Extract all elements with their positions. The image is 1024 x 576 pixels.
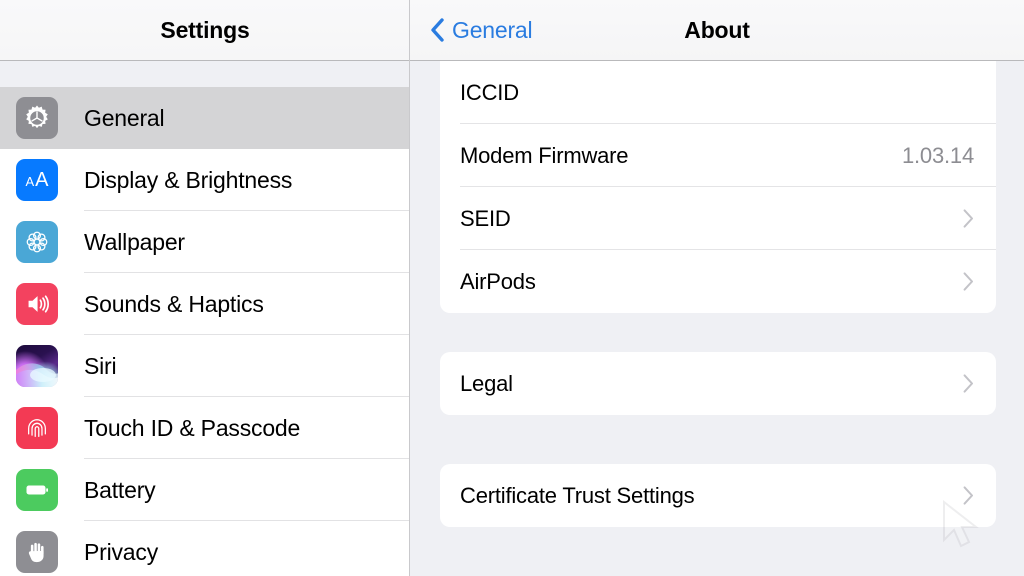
fingerprint-icon — [16, 407, 58, 449]
sidebar-item-siri[interactable]: Siri — [0, 335, 410, 397]
chevron-right-icon — [963, 374, 973, 393]
sidebar-item-wallpaper[interactable]: Wallpaper — [0, 211, 410, 273]
row-separator — [460, 414, 996, 415]
sidebar-item-general[interactable]: General — [0, 87, 410, 149]
ipad-settings-split-view: Settings General A A Display & Brightnes… — [0, 0, 1024, 576]
chevron-right-icon — [963, 486, 973, 505]
row-label: SEID — [460, 205, 511, 231]
battery-icon — [16, 469, 58, 511]
settings-sidebar: Settings General A A Display & Brightnes… — [0, 0, 410, 576]
legal-group: Legal — [440, 352, 996, 415]
chevron-left-icon — [431, 18, 444, 42]
sidebar-item-display-and-brightness[interactable]: AA Display & Brightness — [0, 149, 410, 211]
row-label: ICCID — [460, 79, 519, 105]
detail-header: General About — [410, 0, 1024, 61]
page-title: Settings — [160, 16, 250, 43]
back-button[interactable]: General — [430, 0, 533, 60]
sidebar-item-touch-id-and-passcode[interactable]: Touch ID & Passcode — [0, 397, 410, 459]
about-info-group: ICCID Modem Firmware 1.03.14 SEID AirPod… — [440, 61, 996, 313]
about-detail-pane: General About ICCID Modem Firmware 1.03.… — [410, 0, 1024, 576]
gear-icon — [16, 97, 58, 139]
table-row-iccid[interactable]: ICCID — [440, 61, 996, 124]
sidebar-item-privacy[interactable]: Privacy — [0, 521, 410, 576]
table-row-modem-firmware[interactable]: Modem Firmware 1.03.14 — [440, 124, 996, 187]
sidebar-item-label: Wallpaper — [84, 228, 185, 255]
row-accessory: 1.03.14 — [902, 143, 996, 169]
sidebar-item-label: Privacy — [84, 538, 159, 565]
sidebar-item-label: Sounds & Haptics — [84, 290, 264, 317]
sidebar-item-label: General — [84, 104, 165, 131]
sidebar-item-battery[interactable]: Battery — [0, 459, 410, 521]
row-separator — [460, 526, 996, 527]
siri-waveform-icon — [16, 345, 58, 387]
sidebar-item-sounds-and-haptics[interactable]: Sounds & Haptics — [0, 273, 410, 335]
sidebar-item-label: Display & Brightness — [84, 166, 293, 193]
sidebar-item-label: Siri — [84, 352, 117, 379]
row-label: AirPods — [460, 268, 536, 294]
chevron-right-icon — [963, 272, 973, 291]
detail-scroll-area[interactable]: ICCID Modem Firmware 1.03.14 SEID AirPod… — [410, 61, 1024, 576]
flower-icon — [16, 221, 58, 263]
certificate-trust-group: Certificate Trust Settings — [440, 464, 996, 527]
table-row-seid[interactable]: SEID — [440, 187, 996, 250]
text-size-icon: AA — [16, 159, 58, 201]
row-label: Legal — [460, 370, 513, 396]
row-accessory — [963, 374, 996, 393]
sidebar-header: Settings — [0, 0, 410, 61]
table-row-legal[interactable]: Legal — [440, 352, 996, 415]
sidebar-item-list: General AA Display & Brightness Wallpape… — [0, 87, 410, 576]
table-row-airpods[interactable]: AirPods — [440, 250, 996, 313]
sidebar-item-label: Battery — [84, 476, 156, 503]
table-row-certificate-trust-settings[interactable]: Certificate Trust Settings — [440, 464, 996, 527]
row-accessory — [963, 272, 996, 291]
speaker-icon — [16, 283, 58, 325]
row-value: 1.03.14 — [901, 142, 974, 168]
row-label: Modem Firmware — [460, 142, 629, 168]
row-separator — [460, 312, 996, 313]
row-label: Certificate Trust Settings — [460, 482, 695, 508]
back-button-label: General — [452, 16, 533, 43]
hand-icon — [16, 531, 58, 573]
chevron-right-icon — [963, 209, 973, 228]
row-accessory — [963, 209, 996, 228]
sidebar-item-label: Touch ID & Passcode — [84, 414, 301, 441]
row-accessory — [963, 486, 996, 505]
sidebar-top-spacer — [0, 61, 410, 87]
